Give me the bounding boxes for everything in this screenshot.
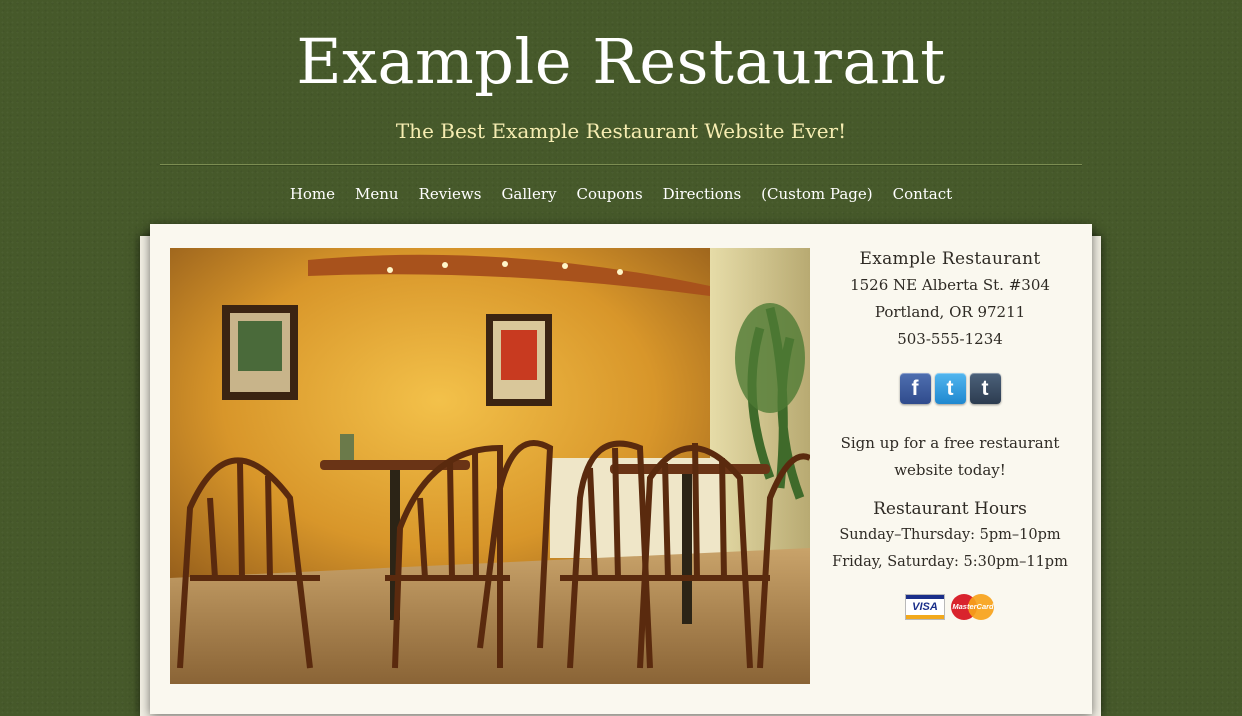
nav-gallery[interactable]: Gallery [501,182,556,208]
address-line-2: Portland, OR 97211 [874,303,1026,321]
mastercard-icon: MasterCard [951,594,995,620]
hours-weekday: Sunday–Thursday: 5pm–10pm [839,527,1061,543]
content-panel: Example Restaurant 1526 NE Alberta St. #… [150,224,1092,714]
nav-contact[interactable]: Contact [893,182,953,208]
twitter-icon[interactable]: t [934,373,966,404]
nav-coupons[interactable]: Coupons [577,182,643,208]
phone-number: 503-555-1234 [897,330,1003,348]
payment-cards: VISA MasterCard [830,594,1070,620]
visa-card-icon: VISA [905,594,945,620]
mastercard-label: MasterCard [952,602,994,611]
signup-link[interactable]: Sign up for a free restaurant website to… [830,430,1070,484]
header-divider [160,164,1082,166]
main-nav: Home Menu Reviews Gallery Coupons Direct… [0,182,1242,208]
tumblr-icon[interactable]: t [969,373,1001,404]
site-tagline: The Best Example Restaurant Website Ever… [395,119,847,143]
facebook-icon[interactable]: f [899,373,931,404]
hours-title: Restaurant Hours [873,499,1027,519]
signup-line-1: Sign up for a free restaurant [840,434,1060,452]
nav-directions[interactable]: Directions [663,182,742,208]
nav-custom-page[interactable]: (Custom Page) [761,182,872,208]
business-name: Example Restaurant [859,249,1041,269]
hours-weekend: Friday, Saturday: 5:30pm–11pm [832,554,1068,570]
site-title: Example Restaurant [296,25,946,98]
hero-image [170,248,810,684]
nav-home[interactable]: Home [290,182,335,208]
signup-line-2: website today! [894,461,1006,479]
social-links: f t t [830,373,1070,404]
address-line-1: 1526 NE Alberta St. #304 [850,276,1050,294]
sidebar: Example Restaurant 1526 NE Alberta St. #… [830,246,1070,620]
nav-reviews[interactable]: Reviews [419,182,482,208]
nav-menu[interactable]: Menu [355,182,399,208]
